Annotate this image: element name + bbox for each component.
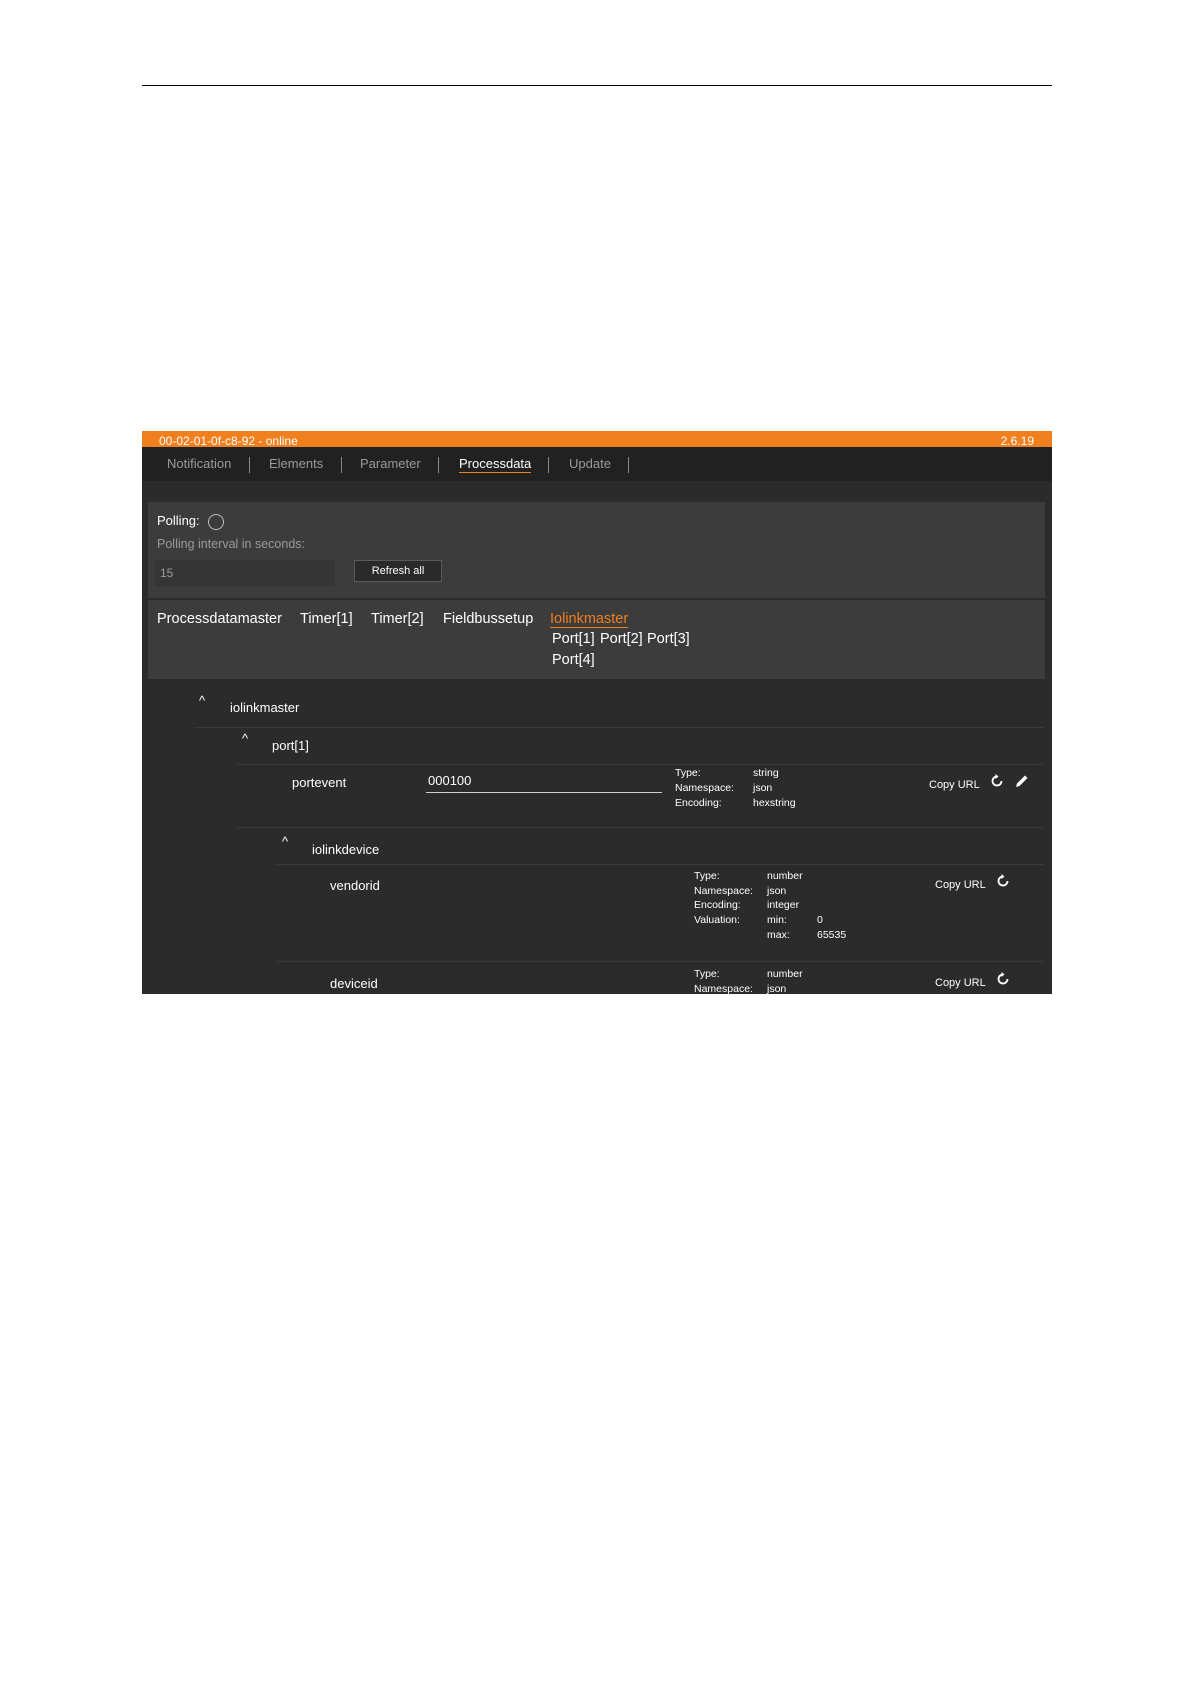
page-header-rule [142, 85, 1052, 86]
tab-elements[interactable]: Elements [269, 456, 323, 471]
collapse-iolinkmaster-caret[interactable]: ^ [199, 693, 205, 708]
subgroup-port-3[interactable]: Port[3] [647, 631, 690, 647]
meta-encoding-value: hexstring [753, 797, 796, 809]
refresh-icon[interactable] [995, 971, 1011, 987]
tree-divider [194, 727, 1044, 728]
meta-encoding-key: Encoding: [694, 899, 741, 911]
meta-namespace-key: Namespace: [675, 782, 734, 794]
meta-type-value: number [767, 968, 803, 980]
portevent-value-input[interactable] [426, 769, 662, 793]
meta-type-key: Type: [675, 767, 701, 779]
group-iolinkmaster[interactable]: Iolinkmaster [550, 611, 629, 628]
polling-interval-input[interactable] [155, 560, 335, 586]
tree-node-iolinkmaster: iolinkmaster [230, 700, 300, 715]
refresh-icon[interactable] [995, 873, 1011, 889]
subgroup-port-4[interactable]: Port[4] [552, 652, 595, 668]
refresh-all-button[interactable]: Refresh all [354, 560, 442, 582]
copy-url-button[interactable]: Copy URL [929, 779, 980, 791]
tab-notification[interactable]: Notification [167, 456, 231, 471]
main-tabs: Notification Elements Parameter Processd… [142, 447, 1052, 481]
meta-type-value: string [753, 767, 779, 779]
polling-toggle[interactable] [208, 514, 224, 530]
tab-divider [249, 457, 250, 473]
meta-namespace-value: json [767, 885, 787, 897]
edit-pencil-icon[interactable] [1014, 773, 1030, 789]
polling-label: Polling: [157, 513, 200, 528]
tab-divider [438, 457, 439, 473]
tree-node-port-1: port[1] [272, 738, 309, 753]
tab-divider [548, 457, 549, 473]
title-bar: 00-02-01-0f-c8-92 - online 2.6.19 [142, 431, 1052, 447]
meta-namespace-value: json [753, 782, 773, 794]
group-timer-2[interactable]: Timer[2] [371, 611, 424, 627]
copy-url-button[interactable]: Copy URL [935, 977, 986, 989]
collapse-iolinkdevice-caret[interactable]: ^ [282, 834, 288, 849]
group-fieldbussetup[interactable]: Fieldbussetup [443, 611, 533, 627]
collapse-port-1-caret[interactable]: ^ [242, 731, 248, 746]
subgroup-port-2[interactable]: Port[2] [600, 631, 643, 647]
meta-namespace-value: json [767, 983, 787, 994]
meta-max-label: max: [767, 929, 790, 941]
meta-min-label: min: [767, 914, 787, 926]
param-portevent-name: portevent [292, 775, 347, 790]
tab-divider [628, 457, 629, 473]
firmware-version: 2.6.19 [1000, 434, 1034, 448]
tab-processdata[interactable]: Processdata [459, 456, 532, 473]
param-deviceid-name: deviceid [330, 976, 378, 991]
device-status: 00-02-01-0f-c8-92 - online [159, 434, 298, 448]
refresh-icon[interactable] [989, 773, 1005, 789]
meta-encoding-key: Encoding: [675, 797, 722, 809]
tree-divider [277, 961, 1044, 962]
tree-divider [237, 764, 1044, 765]
meta-valuation-key: Valuation: [694, 914, 740, 926]
param-vendorid-name: vendorid [330, 878, 380, 893]
tab-divider [341, 457, 342, 473]
group-processdatamaster[interactable]: Processdatamaster [157, 611, 282, 627]
meta-max-value: 65535 [817, 929, 847, 941]
meta-encoding-value: integer [767, 899, 800, 911]
app-window: 00-02-01-0f-c8-92 - online 2.6.19 Notifi… [142, 431, 1052, 994]
meta-min-value: 0 [817, 914, 823, 926]
tree-divider [237, 827, 1044, 828]
tree-divider [277, 864, 1044, 865]
meta-type-key: Type: [694, 870, 720, 882]
tab-update[interactable]: Update [569, 456, 611, 471]
meta-type-key: Type: [694, 968, 720, 980]
polling-interval-label: Polling interval in seconds: [157, 537, 305, 551]
copy-url-button[interactable]: Copy URL [935, 879, 986, 891]
meta-type-value: number [767, 870, 803, 882]
meta-namespace-key: Namespace: [694, 983, 753, 994]
tab-parameter[interactable]: Parameter [360, 456, 421, 471]
group-timer-1[interactable]: Timer[1] [300, 611, 353, 627]
tree-node-iolinkdevice: iolinkdevice [312, 842, 380, 857]
subgroup-port-1[interactable]: Port[1] [552, 631, 595, 647]
processdata-group-nav: Processdatamaster Timer[1] Timer[2] Fiel… [148, 600, 1045, 679]
polling-panel: Polling: Polling interval in seconds: Re… [148, 502, 1045, 598]
meta-namespace-key: Namespace: [694, 885, 753, 897]
